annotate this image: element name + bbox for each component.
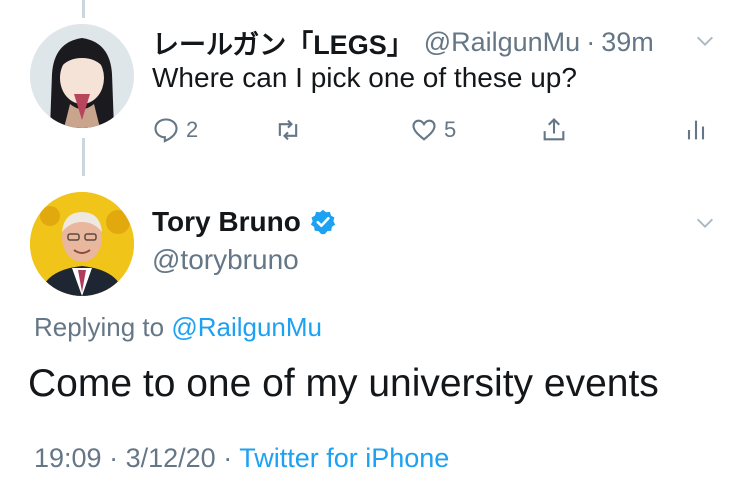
separator-dot: ·	[223, 443, 240, 473]
reply-actions: 2 5	[152, 112, 722, 148]
author-block[interactable]: Tory Bruno @torybruno	[152, 206, 337, 276]
anime-avatar-illustration	[30, 24, 134, 128]
reply-count: 2	[186, 117, 199, 142]
profile-photo	[30, 192, 134, 296]
separator-dot: ·	[109, 443, 126, 473]
retweet-button[interactable]	[274, 112, 302, 148]
author-name[interactable]: Tory Bruno	[152, 206, 301, 238]
tweet-source-link[interactable]: Twitter for iPhone	[239, 443, 449, 473]
tweet-time: 19:09	[34, 443, 102, 473]
analytics-icon	[687, 120, 705, 140]
chevron-down-icon[interactable]	[694, 212, 716, 234]
avatar-torybruno[interactable]	[30, 192, 134, 296]
reply-icon	[154, 118, 178, 143]
main-tweet-text: Come to one of my university events	[28, 362, 659, 405]
like-count: 5	[444, 117, 457, 142]
main-tweet[interactable]: Tory Bruno @torybruno Replying to @Railg…	[0, 180, 750, 493]
replying-handle-link[interactable]: @RailgunMu	[171, 312, 322, 342]
tweet-date: 3/12/20	[125, 443, 216, 473]
author-name-row: Tory Bruno	[152, 206, 337, 238]
verified-badge-icon	[310, 209, 335, 235]
share-icon	[543, 118, 565, 141]
separator-dot: ·	[586, 26, 596, 57]
author-handle[interactable]: @torybruno	[152, 244, 337, 276]
retweet-icon	[278, 119, 298, 141]
replying-to-line: Replying to @RailgunMu	[34, 312, 322, 343]
reply-handle[interactable]: @RailgunMu	[424, 27, 580, 58]
reply-header: レールガン「LEGS」 @RailgunMu · 39m	[152, 24, 730, 60]
reply-time[interactable]: 39m	[601, 27, 654, 58]
reply-tweet[interactable]: レールガン「LEGS」 @RailgunMu · 39m Where can I…	[0, 0, 750, 180]
tweet-metadata: 19:09 · 3/12/20 · Twitter for iPhone	[34, 443, 449, 474]
share-button[interactable]	[540, 112, 568, 148]
replying-prefix: Replying to	[34, 312, 165, 342]
heart-icon	[412, 119, 436, 141]
like-button[interactable]: 5	[410, 112, 456, 148]
reply-text: Where can I pick one of these up?	[152, 62, 577, 93]
reply-button[interactable]: 2	[152, 112, 198, 148]
chevron-down-icon[interactable]	[694, 30, 716, 52]
avatar-railgunmu[interactable]	[30, 24, 134, 128]
analytics-button[interactable]	[682, 112, 710, 148]
reply-display-name[interactable]: レールガン「LEGS」	[152, 23, 414, 62]
